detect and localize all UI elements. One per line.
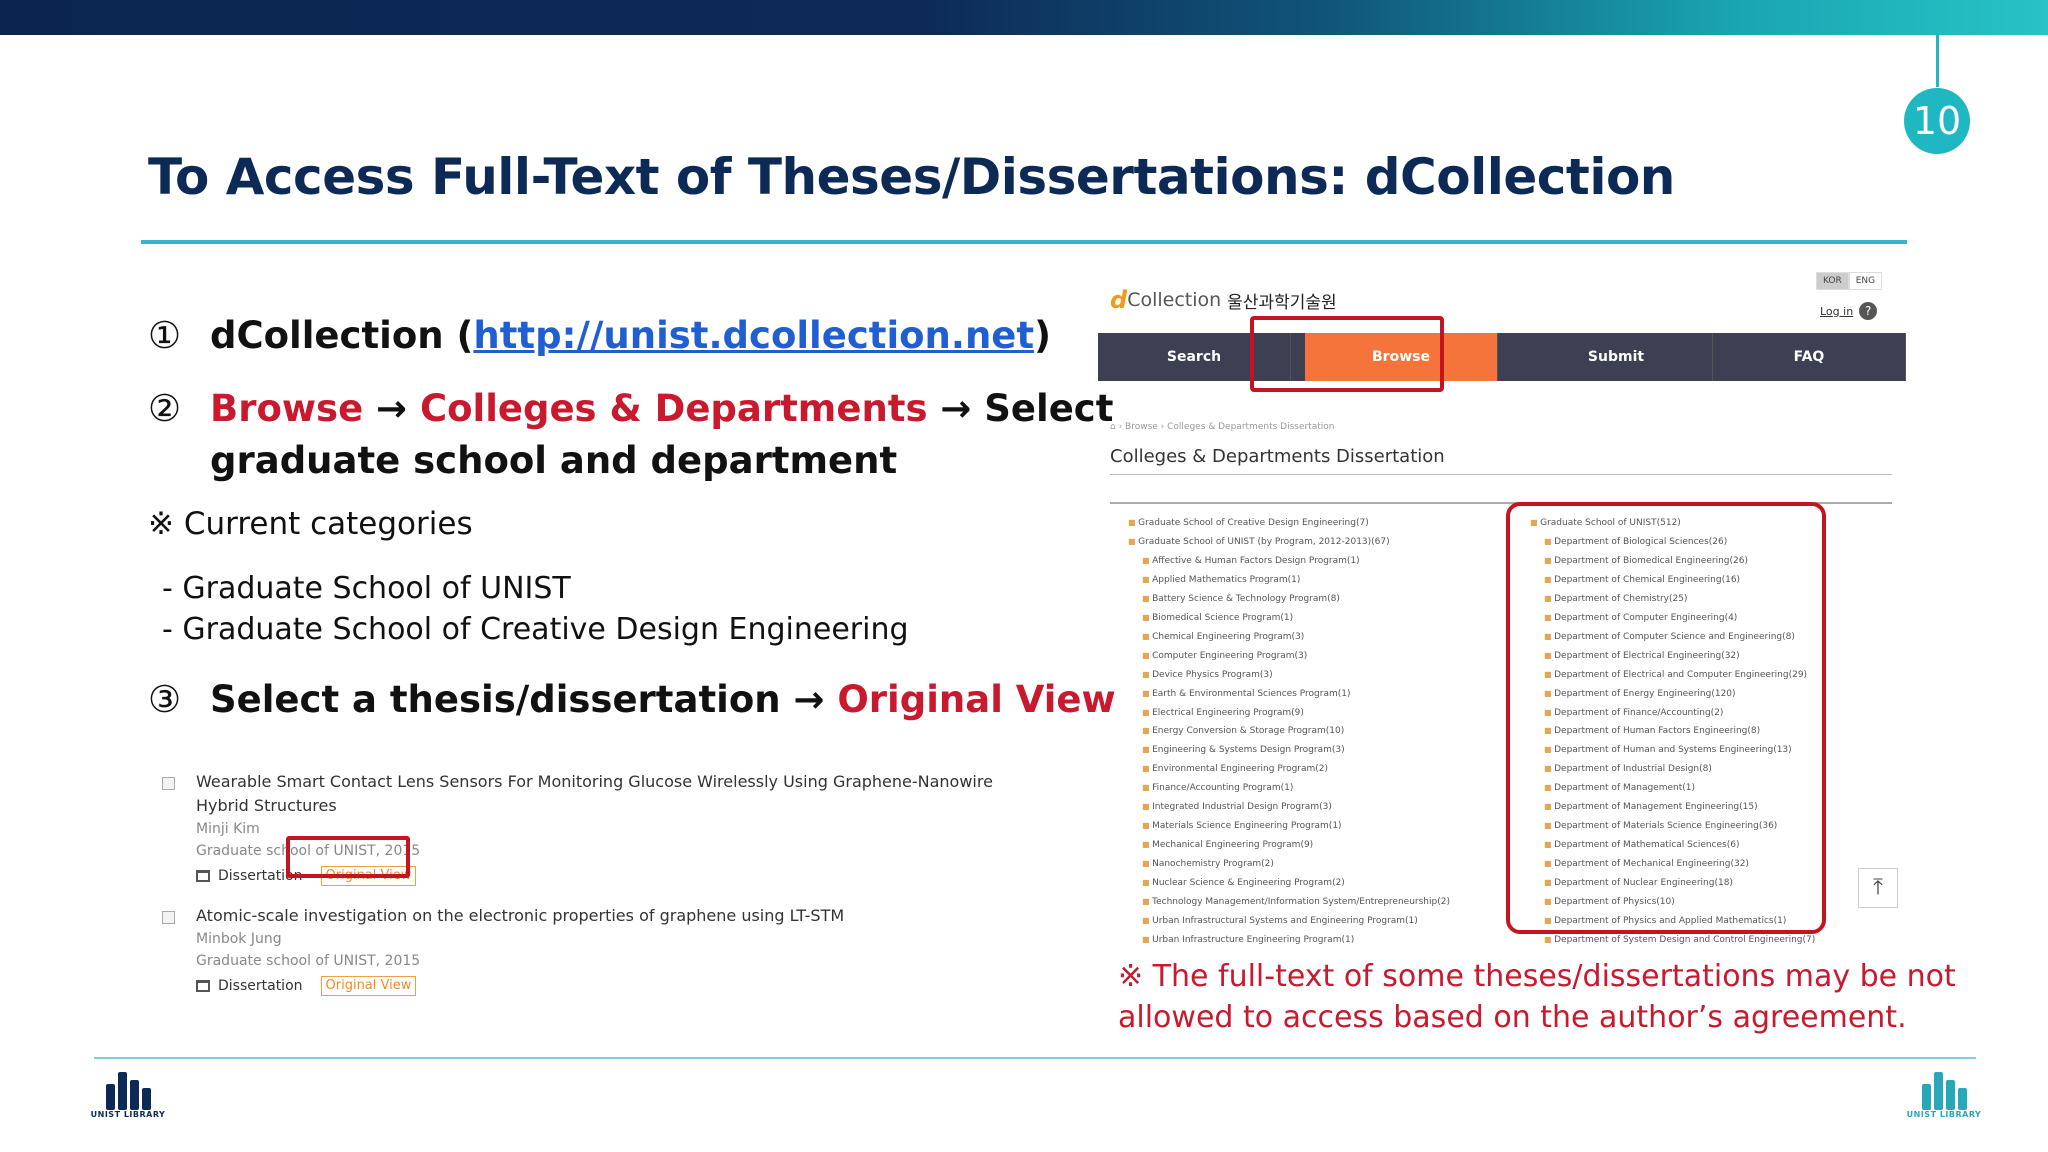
graduation-cap-icon [196,980,210,992]
slide-title: To Access Full-Text of Theses/Dissertati… [148,148,1675,206]
nav-faq[interactable]: FAQ [1713,333,1906,381]
tree-item[interactable]: Affective & Human Factors Design Program… [1128,552,1450,571]
logo-text: UNIST LIBRARY [1906,1110,1982,1119]
logo-text: UNIST LIBRARY [90,1110,166,1119]
warning-line: ※ The full-text of some theses/dissertat… [1118,959,1956,994]
tree-item[interactable]: Chemical Engineering Program(3) [1128,628,1450,647]
step-3: ③ Select a thesis/dissertation → Original… [148,674,1116,726]
result-checkbox[interactable] [162,777,175,790]
lang-eng-button[interactable]: ENG [1848,272,1883,290]
category-item: - Graduate School of UNIST [162,571,571,606]
unist-library-logo: UNIST LIBRARY [1906,1064,1982,1136]
step-2-select: → Select [927,387,1114,430]
step-2-colleges: Colleges & Departments [419,387,928,430]
step-1-text: dCollection ( [210,314,474,357]
access-warning: ※ The full-text of some theses/dissertat… [1118,956,1956,1038]
categories-list: - Graduate School of UNIST - Graduate Sc… [162,568,909,650]
tree-item[interactable]: Biomedical Science Program(1) [1128,609,1450,628]
tree-item[interactable]: Urban Infrastructural Systems and Engine… [1128,912,1450,931]
breadcrumb: ⌂ › Browse › Colleges & Departments Diss… [1110,422,1335,432]
result-school: Graduate school of UNIST, 2015 [196,953,421,969]
result-author: Minbok Jung [196,931,282,947]
list-item: Atomic-scale investigation on the electr… [160,904,1040,1000]
step-1-number: ① [148,314,182,357]
highlight-graduate-school [1506,502,1826,934]
result-list: Wearable Smart Contact Lens Sensors For … [160,770,1040,1014]
dcollection-screenshot: d Collection 울산과학기술원 KOR ENG Log in ? Sear… [1098,266,1906,945]
result-title[interactable]: Atomic-scale investigation on the electr… [196,904,1040,928]
tree-item[interactable]: Applied Mathematics Program(1) [1128,571,1450,590]
step-2-line2: graduate school and department [210,439,898,482]
warning-line: allowed to access based on the author’s … [1118,1000,1907,1035]
login-area: Log in ? [1820,302,1878,320]
step-2-browse: Browse [210,387,364,430]
unist-library-logo: UNIST LIBRARY [90,1064,166,1136]
logo-institution: 울산과학기술원 [1227,292,1337,313]
dcollection-link[interactable]: http://unist.dcollection.net [473,314,1034,357]
tree-item[interactable]: Finance/Accounting Program(1) [1128,779,1450,798]
tree-item[interactable]: Urban Infrastructure Engineering Program… [1128,931,1450,950]
graduation-cap-icon [196,870,210,882]
section-title: Colleges & Departments Dissertation [1110,446,1445,467]
tree-item[interactable]: Battery Science & Technology Program(8) [1128,590,1450,609]
tree-item[interactable]: Graduate School of Creative Design Engin… [1128,514,1450,533]
tree-item[interactable]: Device Physics Program(3) [1128,666,1450,685]
page-marker-line [1936,35,1939,87]
result-type: Dissertation [218,978,303,994]
top-banner [0,0,2048,35]
step-1-close: ) [1034,314,1051,357]
lang-kor-button[interactable]: KOR [1816,272,1849,290]
page-number: 10 [1904,88,1970,154]
tree-left-column: Graduate School of Creative Design Engin… [1128,514,1450,950]
step-2-number: ② [148,387,182,430]
tree-item[interactable]: Environmental Engineering Program(2) [1128,760,1450,779]
highlight-original-view [286,836,410,878]
library-book-icon [1906,1064,1982,1110]
step-3-original-view: Original View [837,678,1116,721]
tree-item[interactable]: Electrical Engineering Program(9) [1128,704,1450,723]
tree-item[interactable]: Mechanical Engineering Program(9) [1128,836,1450,855]
step-2: ② Browse → Colleges & Departments → Selec… [148,383,1113,487]
step-1: ① dCollection (http://unist.dcollection.n… [148,310,1051,362]
tree-item[interactable]: Computer Engineering Program(3) [1128,647,1450,666]
logo-collection: Collection [1127,289,1222,311]
result-checkbox[interactable] [162,911,175,924]
tree-item[interactable]: Materials Science Engineering Program(1) [1128,817,1450,836]
highlight-browse [1250,316,1444,392]
nav-submit[interactable]: Submit [1520,333,1713,381]
dcollection-logo[interactable]: d Collection 울산과학기술원 [1110,286,1337,314]
tree-item[interactable]: Integrated Industrial Design Program(3) [1128,798,1450,817]
title-divider [141,240,1907,244]
help-icon[interactable]: ? [1859,302,1878,320]
tree-item[interactable]: Nanochemistry Program(2) [1128,855,1450,874]
language-switch: KOR ENG [1816,272,1883,290]
tree-item[interactable]: Nuclear Science & Engineering Program(2) [1128,874,1450,893]
tree-item[interactable]: Technology Management/Information System… [1128,893,1450,912]
login-link[interactable]: Log in [1820,305,1853,318]
step-2-arrow: → [363,387,420,430]
tree-item[interactable]: Earth & Environmental Sciences Program(1… [1128,685,1450,704]
tree-item[interactable]: Graduate School of UNIST (by Program, 20… [1128,533,1450,552]
section-divider [1110,474,1892,475]
step-3-text: Select a thesis/dissertation → [210,678,838,721]
logo-d: d [1110,286,1128,314]
footer-divider [94,1057,1976,1059]
scroll-top-button[interactable]: ⤒ [1858,868,1898,908]
result-type-row: Dissertation Original View [196,972,1040,1000]
tree-item[interactable]: Energy Conversion & Storage Program(10) [1128,722,1450,741]
result-title[interactable]: Wearable Smart Contact Lens Sensors For … [196,770,1040,818]
tree-item[interactable]: Engineering & Systems Design Program(3) [1128,741,1450,760]
step-3-number: ③ [148,678,182,721]
category-item: - Graduate School of Creative Design Eng… [162,612,909,647]
original-view-button[interactable]: Original View [320,976,417,996]
library-book-icon [90,1064,166,1110]
main-nav: Search Browse Submit FAQ [1098,333,1906,381]
categories-note: ※ Current categories [148,506,473,542]
